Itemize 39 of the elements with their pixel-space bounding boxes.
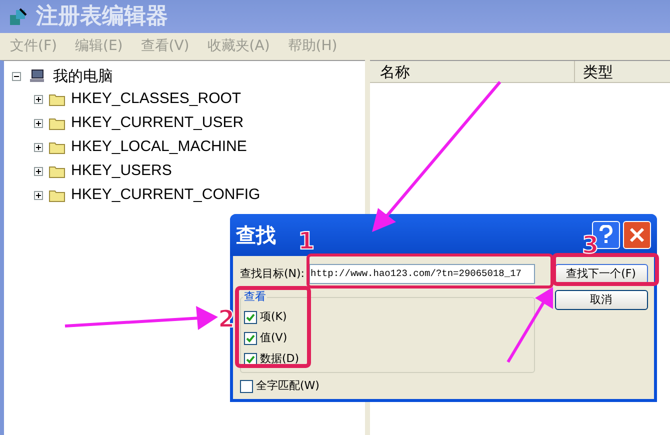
checkbox[interactable] <box>244 332 257 344</box>
folder-icon <box>49 164 65 178</box>
search-field[interactable]: http://www.hao123.com/?tn=29065018_17 <box>308 264 535 284</box>
folder-icon <box>49 188 65 202</box>
computer-icon <box>29 69 45 83</box>
checkbox[interactable] <box>244 310 257 324</box>
step-number: 3 <box>582 232 599 258</box>
close-button[interactable] <box>623 221 651 249</box>
checkbox-label: 值(V) <box>260 330 288 346</box>
expand-icon[interactable] <box>34 190 43 200</box>
expand-icon[interactable] <box>34 142 43 152</box>
folder-icon <box>49 92 65 106</box>
registry-icon <box>8 6 28 26</box>
column-header[interactable]: 类型 <box>575 61 670 82</box>
expand-icon[interactable] <box>34 166 43 176</box>
checkbox[interactable] <box>240 380 253 393</box>
dialog-title: 查找 <box>236 222 276 249</box>
tree-item[interactable]: 我的电脑 <box>53 64 113 88</box>
tree-item[interactable]: HKEY_LOCAL_MACHINE <box>71 136 247 158</box>
expand-icon[interactable] <box>34 94 43 104</box>
folder-icon <box>49 116 65 130</box>
collapse-icon[interactable] <box>12 72 21 80</box>
checkbox[interactable] <box>244 352 257 366</box>
tree-item[interactable]: HKEY_USERS <box>71 160 172 182</box>
tree-item[interactable]: HKEY_CLASSES_ROOT <box>71 88 242 110</box>
expand-icon[interactable] <box>34 118 43 128</box>
step-number: 1 <box>298 228 315 254</box>
checkbox-label: 项(K) <box>260 308 287 325</box>
tree-item[interactable]: HKEY_CURRENT_CONFIG <box>71 184 260 206</box>
tree-item[interactable]: HKEY_CURRENT_USER <box>71 112 244 134</box>
column-header[interactable]: 名称 <box>370 61 575 82</box>
close-icon <box>629 227 645 243</box>
cancel-button[interactable]: 取消 <box>554 290 648 310</box>
checkbox-label: 全字匹配(W) <box>256 378 320 394</box>
window-title: 注册表编辑器 <box>36 3 168 31</box>
help-icon <box>599 225 613 245</box>
field-label: 查找目标(N): <box>240 266 305 282</box>
folder-icon <box>49 140 65 154</box>
checkbox-label: 数据(D) <box>260 350 300 367</box>
